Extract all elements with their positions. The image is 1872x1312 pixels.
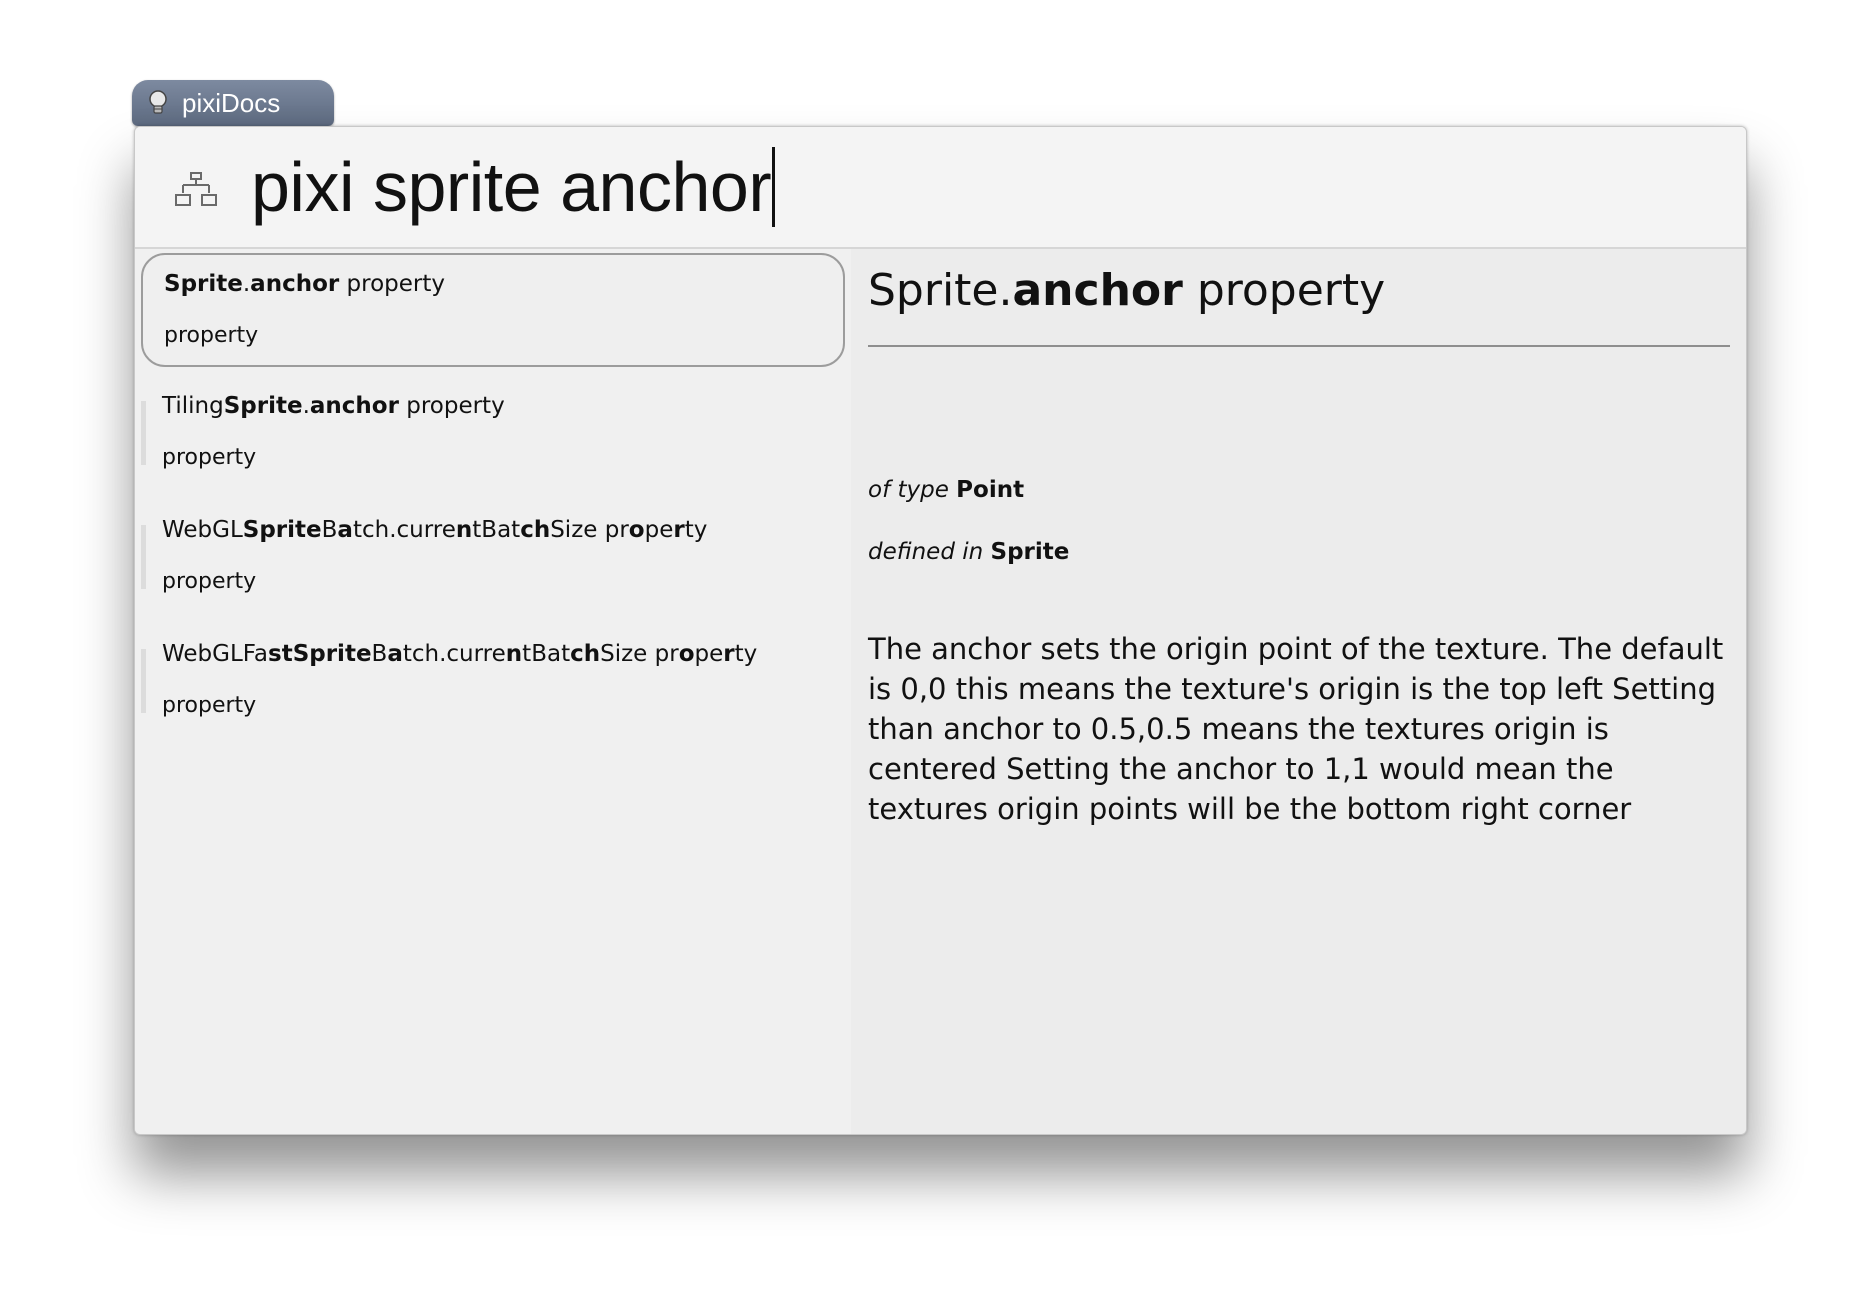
detail-title-bold: anchor xyxy=(1012,265,1183,316)
result-title-part: Sprite xyxy=(242,517,322,543)
result-title-part: Sprite xyxy=(223,393,303,419)
result-title-part: pe xyxy=(694,641,724,667)
detail-title: Sprite.anchor property xyxy=(868,265,1385,316)
detail-title-suffix: property xyxy=(1182,265,1386,316)
result-title: Sprite.anchor property xyxy=(164,271,445,297)
result-subtitle: property xyxy=(162,569,257,594)
result-title-part: B xyxy=(371,641,388,667)
result-title-part: n xyxy=(455,517,473,543)
result-title-part: tBat xyxy=(472,517,521,543)
source-tab[interactable]: pixiDocs xyxy=(132,80,334,126)
result-title-part: anchor xyxy=(250,271,340,297)
result-title-part: pe xyxy=(644,517,674,543)
result-title-part: WebGL xyxy=(162,517,243,543)
source-tab-label: pixiDocs xyxy=(182,87,281,118)
result-title-part: B xyxy=(321,517,338,543)
result-title-part: WebGLFa xyxy=(162,641,268,667)
result-title-part: Tiling xyxy=(162,393,224,419)
result-title-part: Size pr xyxy=(550,517,629,543)
type-line: of type Point xyxy=(868,477,1024,503)
description-text: The anchor sets the origin point of the … xyxy=(868,632,1724,826)
search-input[interactable]: pixi sprite anchor xyxy=(251,145,776,229)
result-item[interactable]: Sprite.anchor property property xyxy=(141,253,845,367)
stage: pixiDocs pixi sprite anchor Sprite.ancho… xyxy=(0,0,1872,1312)
launcher-window: pixi sprite anchor Sprite.anchor propert… xyxy=(134,126,1747,1135)
result-title-part: property xyxy=(398,393,505,419)
result-title-part: a xyxy=(387,641,403,667)
result-title-part: . xyxy=(302,393,310,419)
result-title-part: ch xyxy=(570,641,601,667)
defined-value[interactable]: Sprite xyxy=(991,539,1070,565)
result-item[interactable]: WebGLFastSpriteBatch.currentBatchSize pr… xyxy=(141,625,845,739)
result-title-part: tch.curre xyxy=(352,517,456,543)
result-marker xyxy=(141,525,146,589)
result-subtitle: property xyxy=(164,323,259,348)
result-title-part: o xyxy=(628,517,645,543)
search-bar: pixi sprite anchor xyxy=(135,127,1746,249)
result-title: WebGLFastSpriteBatch.currentBatchSize pr… xyxy=(162,641,757,667)
search-query-text: pixi sprite anchor xyxy=(251,148,772,226)
result-title-part: a xyxy=(337,517,353,543)
result-title-part: r xyxy=(673,517,685,543)
result-title-part: tch.curre xyxy=(402,641,506,667)
result-title: WebGLSpriteBatch.currentBatchSize proper… xyxy=(162,517,707,543)
result-title-part: tBat xyxy=(522,641,571,667)
result-subtitle: property xyxy=(162,445,257,470)
result-title-part: Sprite xyxy=(164,271,243,297)
result-title-part: Size pr xyxy=(600,641,679,667)
detail-title-prefix: Sprite. xyxy=(868,265,1013,316)
result-item[interactable]: TilingSprite.anchor property property xyxy=(141,377,845,491)
result-marker xyxy=(141,649,146,713)
result-title-part: st xyxy=(268,641,293,667)
results-list: Sprite.anchor property property TilingSpri… xyxy=(135,249,851,1134)
result-title-part: ch xyxy=(520,517,551,543)
result-marker xyxy=(141,401,146,465)
result-title-part: ty xyxy=(734,641,758,667)
bulb-icon xyxy=(146,89,170,117)
result-title-part: property xyxy=(339,271,445,297)
result-title-part: r xyxy=(723,641,735,667)
result-title-part: ty xyxy=(684,517,708,543)
result-title-part: n xyxy=(505,641,523,667)
detail-panel: Sprite.anchor property of type Point def… xyxy=(851,249,1746,1134)
defined-label: defined in xyxy=(868,539,984,565)
result-title-part: Sprite xyxy=(292,641,372,667)
defined-line: defined in Sprite xyxy=(868,539,1069,565)
result-subtitle: property xyxy=(162,693,257,718)
result-title: TilingSprite.anchor property xyxy=(162,393,505,419)
type-value[interactable]: Point xyxy=(956,477,1024,503)
result-title-part: anchor xyxy=(309,393,399,419)
result-title-part: o xyxy=(678,641,695,667)
divider xyxy=(868,345,1730,347)
hierarchy-icon xyxy=(175,171,217,211)
result-item[interactable]: WebGLSpriteBatch.currentBatchSize proper… xyxy=(141,501,845,615)
text-caret xyxy=(772,147,776,227)
type-label: of type xyxy=(868,477,949,503)
